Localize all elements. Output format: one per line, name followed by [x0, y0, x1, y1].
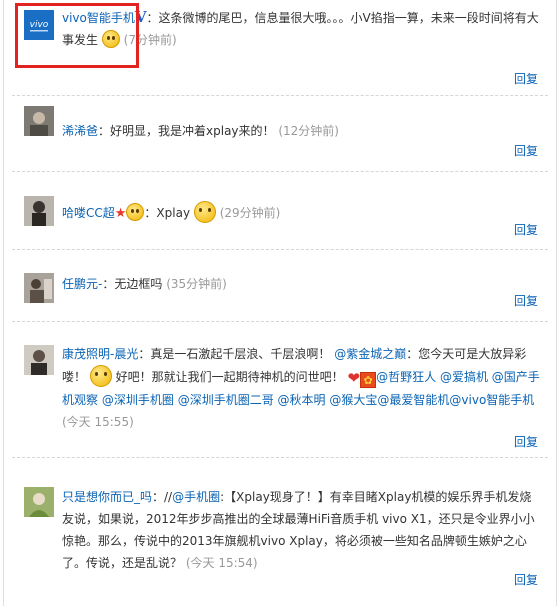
reply-link[interactable]: 回复 [514, 292, 538, 309]
mention-link[interactable]: @猴大宝 [329, 393, 377, 407]
surprised-emoji-icon [193, 201, 216, 223]
svg-text:vivo: vivo [30, 20, 49, 30]
reply-link[interactable]: 回复 [514, 221, 538, 238]
verified-icon[interactable]: V [135, 8, 147, 26]
smile-emoji-icon [101, 30, 120, 48]
comment-user[interactable]: 任鹏元- [62, 277, 102, 291]
avatar[interactable] [24, 196, 54, 226]
comment-body: ：真是一石激起千层浪、千层浪啊！ [138, 347, 331, 361]
comment-item: 哈喽CC超★ ：Xplay (29分钟前) 回复 [12, 171, 548, 250]
comment-time: (7分钟前) [123, 33, 177, 47]
comment-user[interactable]: 只是想你而已_吗 [62, 490, 152, 504]
avatar[interactable] [24, 487, 54, 517]
comment-item: 任鹏元-：无边框吗 (35分钟前) 回复 [12, 249, 548, 322]
comment-item: vivo vivo智能手机V：这条微博的尾巴，信息量很大哦。。。小V掐指一算，未… [12, 0, 548, 96]
comment-body: ：好明显，我是冲着xplay来的！ [98, 124, 275, 138]
mention-link[interactable]: @爱搞机 [440, 370, 488, 384]
reply-link[interactable]: 回复 [514, 571, 538, 588]
avatar[interactable] [24, 273, 54, 303]
red-square-emoji-icon: ✿ [360, 372, 377, 388]
comment-time: (今天 15:55) [62, 415, 134, 429]
avatar[interactable]: vivo [24, 10, 54, 40]
comment-item: 康茂照明-晨光：真是一石激起千层浪、千层浪啊！ @紫金城之巅：您今天可是大放异彩… [12, 321, 548, 458]
smile-emoji-icon [126, 203, 145, 221]
comment-user[interactable]: 哈喽CC超 [62, 206, 115, 220]
user-photo-icon [24, 106, 54, 136]
user-photo-icon [24, 196, 54, 226]
mention-link[interactable]: @深圳手机圈二哥 [178, 393, 274, 407]
heart-emoji-icon: ❤ [347, 369, 361, 387]
comment-item: 浠浠爸：好明显，我是冲着xplay来的！ (12分钟前) 回复 [12, 95, 548, 172]
mention-link[interactable]: @最爱智能机 [377, 393, 449, 407]
avatar[interactable] [24, 345, 54, 375]
comment-user[interactable]: vivo智能手机 [62, 11, 135, 25]
reply-link[interactable]: 回复 [514, 70, 538, 87]
mention-link[interactable]: @vivo智能手机 [449, 393, 534, 407]
comment-time: (29分钟前) [219, 206, 281, 220]
mention-link[interactable]: @紫金城之巅 [334, 347, 406, 361]
comment-time: (35分钟前) [166, 277, 227, 291]
comment-text: 任鹏元-：无边框吗 (35分钟前) [62, 273, 540, 295]
comment-text: 浠浠爸：好明显，我是冲着xplay来的！ (12分钟前) [62, 120, 540, 142]
comment-body: ：Xplay [144, 206, 191, 220]
comment-time: (12分钟前) [278, 124, 339, 138]
comment-user[interactable]: 康茂照明-晨光 [62, 347, 138, 361]
avatar[interactable] [24, 106, 54, 136]
comment-text: 哈喽CC超★ ：Xplay (29分钟前) [62, 201, 540, 225]
comment-text: vivo智能手机V：这条微博的尾巴，信息量很大哦。。。小V掐指一算，未来一段时间… [62, 6, 540, 51]
user-photo-icon [24, 487, 54, 517]
mention-link[interactable]: @手机圈 [172, 490, 220, 504]
star-badge-icon: ★ [114, 206, 127, 221]
grin-emoji-icon [89, 365, 112, 387]
comment-time: (今天 15:54) [185, 556, 258, 570]
comment-body: ：无边框吗 [102, 277, 163, 291]
reply-link[interactable]: 回复 [514, 142, 538, 159]
vivo-logo-icon: vivo [24, 10, 54, 40]
comment-body: ：// [152, 490, 173, 504]
comment-text: 康茂照明-晨光：真是一石激起千层浪、千层浪啊！ @紫金城之巅：您今天可是大放异彩… [62, 343, 540, 433]
reply-link[interactable]: 回复 [514, 433, 538, 450]
comment-list: vivo vivo智能手机V：这条微博的尾巴，信息量很大哦。。。小V掐指一算，未… [3, 0, 557, 606]
comment-item: 只是想你而已_吗：//@手机圈:【Xplay现身了！】有幸目睹Xplay机模的娱… [12, 457, 548, 606]
user-photo-icon [24, 345, 54, 375]
comment-text: 只是想你而已_吗：//@手机圈:【Xplay现身了！】有幸目睹Xplay机模的娱… [62, 486, 540, 574]
comment-user[interactable]: 浠浠爸 [62, 124, 98, 138]
mention-link[interactable]: @深圳手机圈 [102, 393, 174, 407]
mention-link[interactable]: @秋本明 [278, 393, 326, 407]
comment-body: 好吧！那就让我们一起期待神机的问世吧！ [115, 370, 344, 384]
user-photo-icon [24, 273, 54, 303]
mention-link[interactable]: @哲野狂人 [376, 370, 436, 384]
